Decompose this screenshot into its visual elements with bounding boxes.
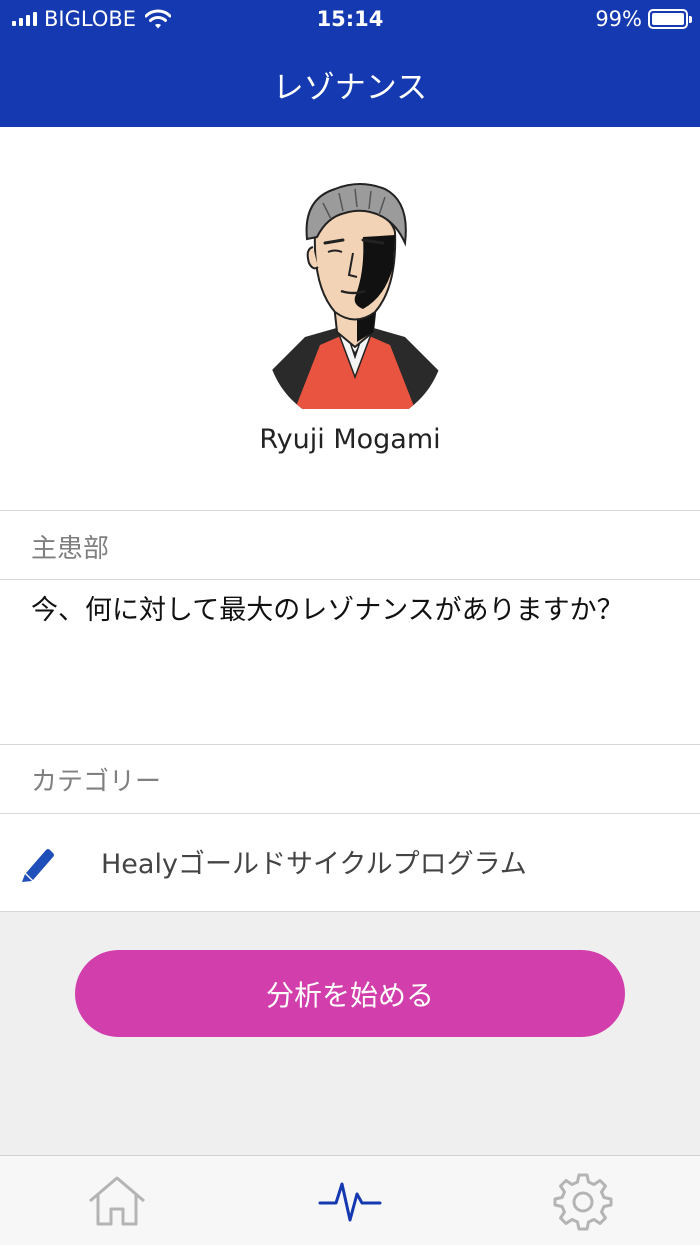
page-title: レゾナンス: [272, 70, 428, 106]
question-row[interactable]: 今、何に対して最大のレゾナンスがありますか？: [0, 579, 700, 744]
battery-percent: 99%: [595, 7, 642, 31]
question-text: 今、何に対して最大のレゾナンスがありますか？: [31, 595, 624, 626]
category-label-row: カテゴリー: [0, 744, 700, 813]
category-label: カテゴリー: [31, 767, 162, 797]
action-area: 分析を始める: [0, 912, 700, 1155]
profile-section: Ryuji Mogami: [0, 127, 700, 511]
gear-icon: [553, 1173, 612, 1231]
nav-bar: レゾナンス: [0, 40, 700, 127]
program-name: Healyゴールドサイクルプログラム: [101, 849, 527, 880]
battery-icon: [648, 9, 692, 29]
pencil-icon[interactable]: [20, 844, 54, 882]
focus-label: 主患部: [31, 534, 110, 564]
tab-settings[interactable]: [466, 1156, 699, 1245]
home-icon: [88, 1176, 145, 1226]
tab-home[interactable]: [0, 1156, 233, 1245]
start-analysis-button[interactable]: 分析を始める: [75, 950, 625, 1037]
pulse-icon: [318, 1182, 381, 1222]
profile-name: Ryuji Mogami: [259, 424, 441, 455]
battery-status: 99%: [595, 7, 692, 31]
status-bar: BIGLOBE 15:14 99%: [0, 0, 700, 40]
portrait-avatar: [265, 183, 445, 409]
tab-bar: [0, 1155, 700, 1245]
tab-analysis[interactable]: [233, 1156, 466, 1245]
focus-label-row: 主患部: [0, 510, 700, 579]
category-program-row[interactable]: Healyゴールドサイクルプログラム: [0, 813, 700, 912]
